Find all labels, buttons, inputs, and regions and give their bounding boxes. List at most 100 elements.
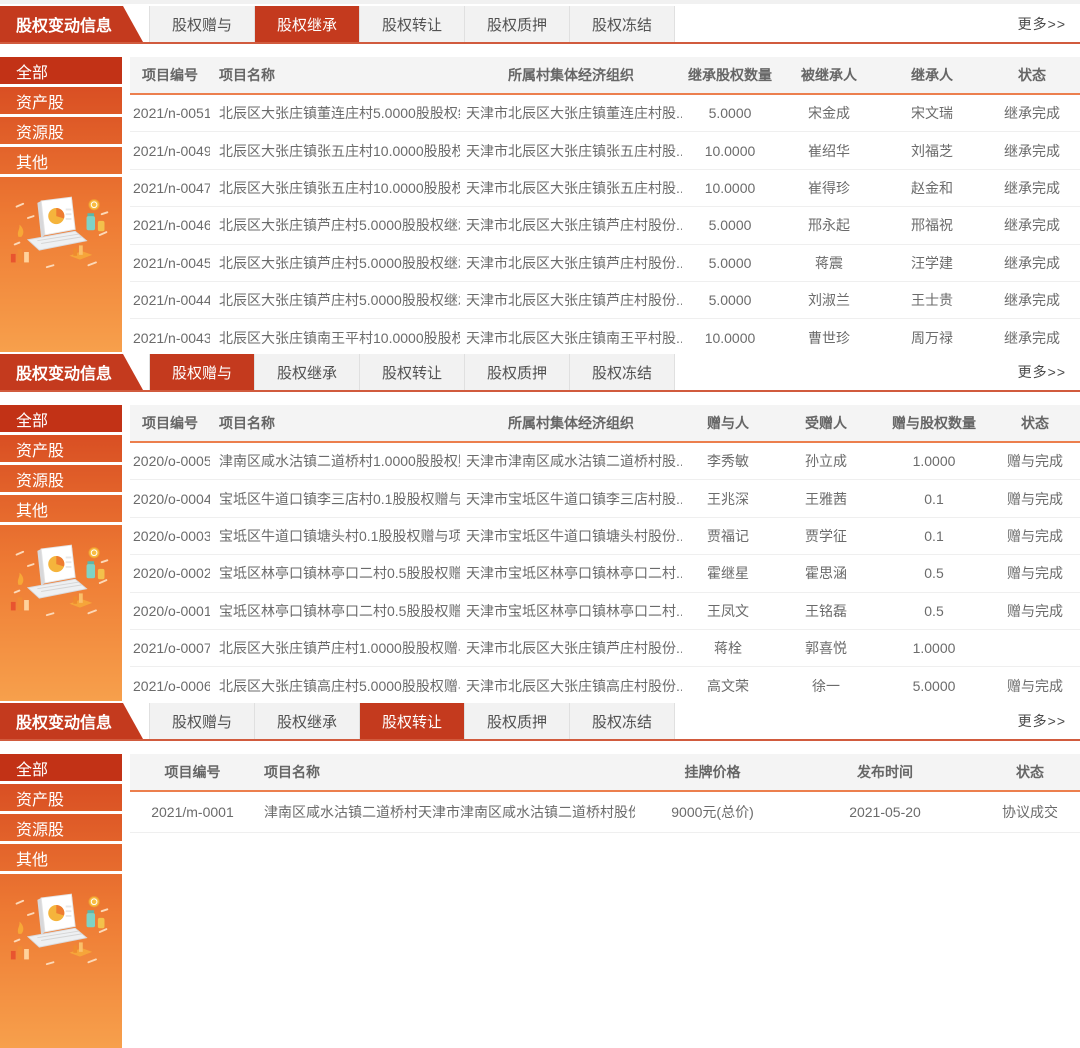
table-cell: 赵金和	[880, 178, 984, 198]
table-cell: 继承完成	[984, 290, 1080, 310]
sidebar-item-resource-shares[interactable]: 资源股	[0, 465, 122, 495]
panel-equity-transfer: 股权变动信息 股权赠与股权继承股权转让股权质押股权冻结 更多>> 全部资产股资源…	[0, 703, 1080, 1048]
table-cell: 蒋震	[778, 253, 880, 273]
tab-gift[interactable]: 股权赠与	[150, 354, 255, 390]
sidebar-item-other[interactable]: 其他	[0, 147, 122, 177]
table-cell: 2021/n-0047	[130, 180, 210, 196]
illustration-wrap	[0, 890, 122, 974]
sidebar-item-resource-shares[interactable]: 资源股	[0, 814, 122, 844]
table-row[interactable]: 2021/o-0007北辰区大张庄镇芦庄村1.0000股股权赠与...天津市北辰…	[130, 630, 1080, 667]
table-row[interactable]: 2021/o-0006北辰区大张庄镇高庄村5.0000股股权赠与...天津市北辰…	[130, 667, 1080, 701]
table-row[interactable]: 2020/o-0004宝坻区牛道口镇李三店村0.1股股权赠与项目天津市宝坻区牛道…	[130, 480, 1080, 517]
table-row[interactable]: 2020/o-0002宝坻区林亭口镇林亭口二村0.5股股权赠与...天津市宝坻区…	[130, 555, 1080, 592]
more-link[interactable]: 更多>>	[1018, 6, 1080, 42]
tab-pledge[interactable]: 股权质押	[465, 354, 570, 390]
sidebar-item-all[interactable]: 全部	[0, 57, 122, 87]
tab-pledge[interactable]: 股权质押	[465, 703, 570, 739]
table-row[interactable]: 2021/m-0001津南区咸水沽镇二道桥村天津市津南区咸水沽镇二道桥村股份经.…	[130, 792, 1080, 833]
sidebar-item-asset-shares[interactable]: 资产股	[0, 435, 122, 465]
table-row[interactable]: 2020/o-0003宝坻区牛道口镇塘头村0.1股股权赠与项目天津市宝坻区牛道口…	[130, 518, 1080, 555]
table-cell: 2021/n-0049	[130, 143, 210, 159]
table-row[interactable]: 2021/n-0046北辰区大张庄镇芦庄村5.0000股股权继承...天津市北辰…	[130, 207, 1080, 244]
table-cell: 徐一	[774, 676, 878, 696]
tab-gift[interactable]: 股权赠与	[150, 6, 255, 42]
table-cell: 宝坻区牛道口镇李三店村0.1股股权赠与项目	[210, 489, 460, 509]
header-underline	[0, 42, 1080, 44]
illustration-wrap	[0, 541, 122, 625]
table-cell: 2021/o-0006	[130, 678, 210, 694]
more-link[interactable]: 更多>>	[1018, 703, 1080, 739]
table-cell: 继承完成	[984, 141, 1080, 161]
tab-inherit[interactable]: 股权继承	[255, 354, 360, 390]
table-row[interactable]: 2021/n-0044北辰区大张庄镇芦庄村5.0000股股权继承...天津市北辰…	[130, 282, 1080, 319]
sidebar-item-other[interactable]: 其他	[0, 844, 122, 874]
table-cell: 继承完成	[984, 328, 1080, 348]
table-cell: 2020/o-0005	[130, 453, 210, 469]
sidebar-item-asset-shares[interactable]: 资产股	[0, 784, 122, 814]
table-cell: 刘淑兰	[778, 290, 880, 310]
table-cell: 汪学建	[880, 253, 984, 273]
tab-freeze[interactable]: 股权冻结	[570, 6, 675, 42]
table-cell: 北辰区大张庄镇董连庄村5.0000股股权继...	[210, 103, 460, 123]
table-cell: 霍思涵	[774, 563, 878, 583]
table-cell: 崔绍华	[778, 141, 880, 161]
table-row[interactable]: 2020/o-0005津南区咸水沽镇二道桥村1.0000股股权赠...天津市津南…	[130, 443, 1080, 480]
tab-transfer[interactable]: 股权转让	[360, 354, 465, 390]
table-cell: 天津市北辰区大张庄镇芦庄村股份...	[460, 215, 682, 235]
column-header: 状态	[980, 762, 1080, 782]
table-cell: 宋文瑞	[880, 103, 984, 123]
column-header: 状态	[990, 413, 1080, 433]
table-body: 2020/o-0005津南区咸水沽镇二道桥村1.0000股股权赠...天津市津南…	[130, 443, 1080, 701]
table-cell: 天津市宝坻区林亭口镇林亭口二村...	[460, 563, 682, 583]
sidebar-item-other[interactable]: 其他	[0, 495, 122, 525]
column-header: 受赠人	[774, 413, 878, 433]
tab-freeze[interactable]: 股权冻结	[570, 354, 675, 390]
table-row[interactable]: 2021/n-0047北辰区大张庄镇张五庄村10.0000股股权继...天津市北…	[130, 170, 1080, 207]
table-row[interactable]: 2021/n-0051北辰区大张庄镇董连庄村5.0000股股权继...天津市北辰…	[130, 95, 1080, 132]
table-cell: 5.0000	[878, 678, 990, 694]
table-cell: 2021/m-0001	[130, 804, 255, 820]
tab-freeze[interactable]: 股权冻结	[570, 703, 675, 739]
table-row[interactable]: 2021/n-0049北辰区大张庄镇张五庄村10.0000股股权继...天津市北…	[130, 132, 1080, 169]
laptop-analytics-illustration	[9, 193, 113, 277]
table-cell: 10.0000	[682, 330, 778, 346]
transfer-table: 项目编号项目名称挂牌价格发布时间状态 2021/m-0001津南区咸水沽镇二道桥…	[130, 754, 1080, 1048]
tab-inherit[interactable]: 股权继承	[255, 703, 360, 739]
sidebar-item-resource-shares[interactable]: 资源股	[0, 117, 122, 147]
table-cell: 霍继星	[682, 563, 774, 583]
tab-pledge[interactable]: 股权质押	[465, 6, 570, 42]
more-link[interactable]: 更多>>	[1018, 354, 1080, 390]
table-cell: 天津市北辰区大张庄镇芦庄村股份...	[460, 638, 682, 658]
table-row[interactable]: 2020/o-0001宝坻区林亭口镇林亭口二村0.5股股权赠与...天津市宝坻区…	[130, 593, 1080, 630]
sidebar-item-all[interactable]: 全部	[0, 405, 122, 435]
table-cell: 高文荣	[682, 676, 774, 696]
table-cell: 宝坻区林亭口镇林亭口二村0.5股股权赠与...	[210, 601, 460, 621]
table-cell: 赠与完成	[990, 489, 1080, 509]
table-cell: 10.0000	[682, 143, 778, 159]
sidebar-item-asset-shares[interactable]: 资产股	[0, 87, 122, 117]
table-cell: 天津市北辰区大张庄镇南王平村股...	[460, 328, 682, 348]
table-cell: 赠与完成	[990, 676, 1080, 696]
table-cell: 北辰区大张庄镇芦庄村1.0000股股权赠与...	[210, 638, 460, 658]
table-cell: 宝坻区牛道口镇塘头村0.1股股权赠与项目	[210, 526, 460, 546]
section-banner-label: 股权变动信息	[16, 360, 112, 384]
tab-gift[interactable]: 股权赠与	[150, 703, 255, 739]
tab-inherit[interactable]: 股权继承	[255, 6, 360, 42]
sidebar-item-all[interactable]: 全部	[0, 754, 122, 784]
category-sidebar: 全部资产股资源股其他	[0, 754, 122, 1048]
tab-transfer[interactable]: 股权转让	[360, 703, 465, 739]
table-cell: 郭喜悦	[774, 638, 878, 658]
table-cell: 天津市北辰区大张庄镇张五庄村股...	[460, 178, 682, 198]
table-cell: 2020/o-0001	[130, 603, 210, 619]
tab-transfer[interactable]: 股权转让	[360, 6, 465, 42]
table-cell: 天津市北辰区大张庄镇董连庄村股...	[460, 103, 682, 123]
laptop-analytics-illustration	[9, 541, 113, 625]
sidebar-items: 全部资产股资源股其他	[0, 57, 122, 177]
inheritance-table: 项目编号项目名称所属村集体经济组织继承股权数量被继承人继承人状态 2021/n-…	[130, 57, 1080, 352]
section-banner: 股权变动信息	[0, 703, 143, 739]
table-row[interactable]: 2021/n-0043北辰区大张庄镇南王平村10.0000股股权继...天津市北…	[130, 319, 1080, 352]
panel-header: 股权变动信息 股权赠与股权继承股权转让股权质押股权冻结 更多>>	[0, 354, 1080, 390]
table-cell: 5.0000	[682, 255, 778, 271]
panel-header: 股权变动信息 股权赠与股权继承股权转让股权质押股权冻结 更多>>	[0, 6, 1080, 42]
table-row[interactable]: 2021/n-0045北辰区大张庄镇芦庄村5.0000股股权继承...天津市北辰…	[130, 245, 1080, 282]
